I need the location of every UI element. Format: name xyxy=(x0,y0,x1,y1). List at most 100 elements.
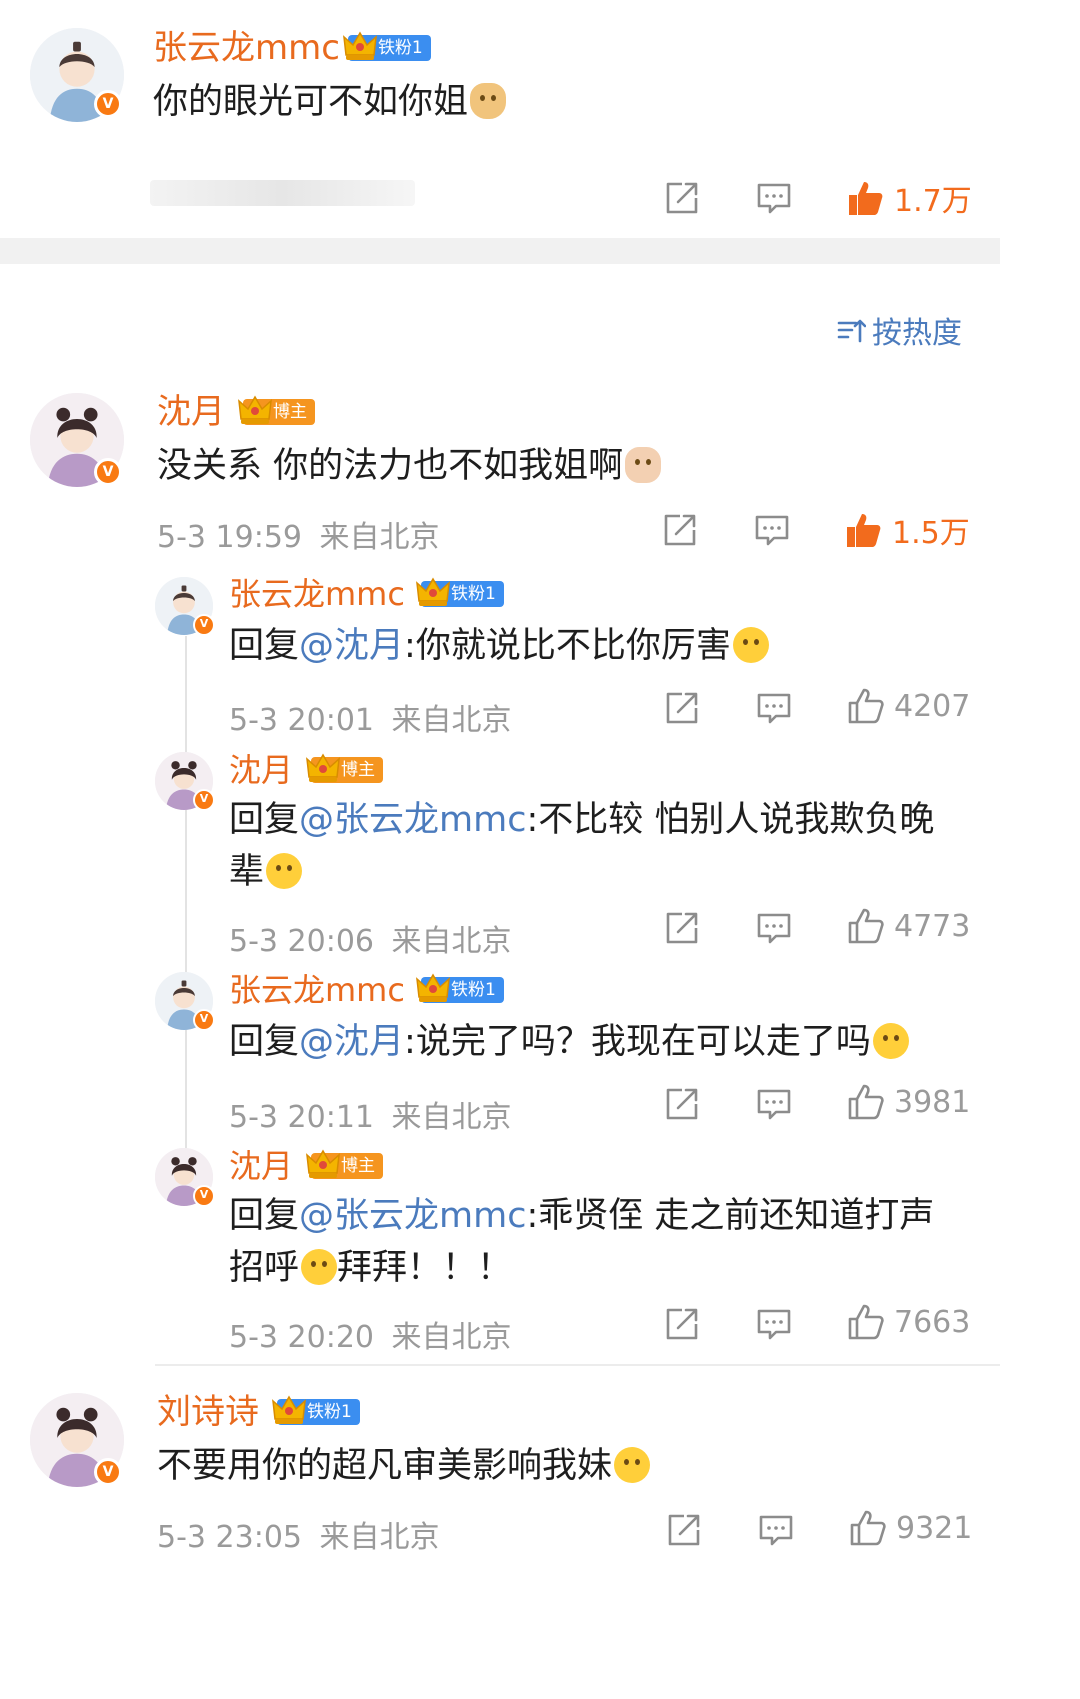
timestamp: 5-3 20:06 xyxy=(229,924,374,959)
mention-link[interactable]: @张云龙mmc xyxy=(299,1196,526,1236)
comment-header: 沈月 博主 xyxy=(157,392,315,432)
comment-icon xyxy=(754,1084,794,1124)
grin-emoji-icon xyxy=(266,853,303,889)
share-icon xyxy=(662,178,702,218)
shush-emoji-icon xyxy=(732,627,769,663)
verified-badge-icon: V xyxy=(94,1458,122,1486)
thread-line xyxy=(185,636,187,1156)
share-button[interactable] xyxy=(662,688,702,728)
crown-icon xyxy=(271,1393,307,1427)
reply-text-body: :说完了吗？我现在可以走了吗 xyxy=(404,1022,871,1062)
like-icon xyxy=(846,686,886,726)
share-icon xyxy=(662,1084,702,1124)
doge-emoji-icon xyxy=(470,83,507,119)
like-icon xyxy=(846,1082,886,1122)
username[interactable]: 沈月 xyxy=(229,1146,293,1186)
comment-button[interactable] xyxy=(756,1510,796,1550)
badge-label: 博主 xyxy=(341,760,376,780)
badge-label: 铁粉1 xyxy=(450,584,496,604)
comment-text: 你的眼光可不如你姐 xyxy=(153,76,507,128)
like-count: 4207 xyxy=(894,688,971,724)
reply-header: 张云龙mmc 铁粉1 xyxy=(229,574,504,614)
username[interactable]: 张云龙mmc xyxy=(229,574,405,614)
verified-badge-icon: V xyxy=(193,1009,215,1031)
host-badge[interactable]: 博主 xyxy=(243,399,315,425)
comment-icon xyxy=(754,1304,794,1344)
verified-badge-icon: V xyxy=(94,458,122,486)
location: 来自北京 xyxy=(391,1100,512,1135)
share-icon xyxy=(664,1510,704,1550)
like-count: 1.5万 xyxy=(892,516,970,551)
mention-link[interactable]: @张云龙mmc xyxy=(299,800,526,840)
fan-badge[interactable]: 铁粉1 xyxy=(348,35,431,61)
comment-button[interactable] xyxy=(754,908,794,948)
reply-meta: 5-3 20:06 来自北京 xyxy=(229,916,512,960)
comment-button[interactable] xyxy=(754,1304,794,1344)
like-button[interactable]: 4773 xyxy=(846,906,970,946)
fan-badge[interactable]: 铁粉1 xyxy=(421,581,504,607)
mention-link[interactable]: @沈月 xyxy=(299,626,404,666)
like-button[interactable]: 1.5万 xyxy=(844,508,970,552)
location: 来自北京 xyxy=(391,924,512,959)
reply-header: 张云龙mmc 铁粉1 xyxy=(229,970,504,1010)
comment-icon xyxy=(754,178,794,218)
reply-prefix: 回复 xyxy=(229,626,300,666)
like-button[interactable]: 1.7万 xyxy=(846,176,972,220)
share-button[interactable] xyxy=(662,908,702,948)
comment-meta: 5-3 19:59 来自北京 xyxy=(157,512,440,556)
reply-header: 沈月 博主 xyxy=(229,750,384,790)
username[interactable]: 沈月 xyxy=(229,750,293,790)
comment-text-body: 你的眼光可不如你姐 xyxy=(153,82,469,122)
comment-text: 不要用你的超凡审美影响我妹 xyxy=(157,1440,651,1492)
reply-header: 沈月 博主 xyxy=(229,1146,384,1186)
like-button[interactable]: 4207 xyxy=(846,686,970,726)
like-icon xyxy=(846,906,886,946)
crown-icon xyxy=(415,575,451,609)
reply-text: 回复@张云龙mmc:乖贤侄 走之前还知道打声招呼 拜拜！！！ xyxy=(229,1190,949,1294)
like-button[interactable]: 9321 xyxy=(848,1508,972,1548)
share-button[interactable] xyxy=(662,1084,702,1124)
share-button[interactable] xyxy=(662,178,702,218)
verified-badge-icon: V xyxy=(193,1185,215,1207)
sort-toggle[interactable]: 按热度 xyxy=(836,308,962,352)
host-badge[interactable]: 博主 xyxy=(311,757,384,783)
reply-prefix: 回复 xyxy=(229,1196,300,1236)
comment-text-body: 不要用你的超凡审美影响我妹 xyxy=(157,1446,613,1486)
share-icon xyxy=(660,510,700,550)
username[interactable]: 刘诗诗 xyxy=(157,1392,259,1432)
like-button[interactable]: 7663 xyxy=(846,1302,970,1342)
crown-icon xyxy=(305,751,341,785)
fan-badge[interactable]: 铁粉1 xyxy=(277,1399,360,1425)
share-icon xyxy=(662,688,702,728)
verified-badge-icon: V xyxy=(94,90,122,118)
like-icon xyxy=(844,510,884,550)
sort-icon xyxy=(837,319,866,343)
share-button[interactable] xyxy=(664,1510,704,1550)
username[interactable]: 张云龙mmc xyxy=(229,970,405,1010)
mention-link[interactable]: @沈月 xyxy=(299,1022,404,1062)
reply-text: 回复@沈月:说完了吗？我现在可以走了吗 xyxy=(229,1016,909,1068)
share-button[interactable] xyxy=(662,1304,702,1344)
sort-label: 按热度 xyxy=(872,316,962,351)
badge-label: 铁粉1 xyxy=(450,980,496,1000)
comment-button[interactable] xyxy=(752,510,792,550)
timestamp: 5-3 20:11 xyxy=(229,1100,374,1135)
comment-icon xyxy=(754,688,794,728)
reply-text: 回复@沈月:你就说比不比你厉害 xyxy=(229,620,769,672)
username[interactable]: 张云龙mmc xyxy=(153,28,340,68)
share-button[interactable] xyxy=(660,510,700,550)
comment-button[interactable] xyxy=(754,178,794,218)
username[interactable]: 沈月 xyxy=(157,392,225,432)
like-button[interactable]: 3981 xyxy=(846,1082,970,1122)
reply-text: 回复@张云龙mmc:不比较 怕别人说我欺负晚辈 xyxy=(229,794,949,898)
crown-icon xyxy=(237,393,273,427)
fan-badge[interactable]: 铁粉1 xyxy=(421,977,504,1003)
blurred-meta xyxy=(150,180,415,206)
host-badge[interactable]: 博主 xyxy=(311,1153,384,1179)
reply-meta: 5-3 20:20 来自北京 xyxy=(229,1312,512,1356)
comment-button[interactable] xyxy=(754,688,794,728)
comment-button[interactable] xyxy=(754,1084,794,1124)
like-icon xyxy=(848,1508,888,1548)
timestamp: 5-3 19:59 xyxy=(157,520,302,555)
verified-badge-icon: V xyxy=(193,614,215,636)
